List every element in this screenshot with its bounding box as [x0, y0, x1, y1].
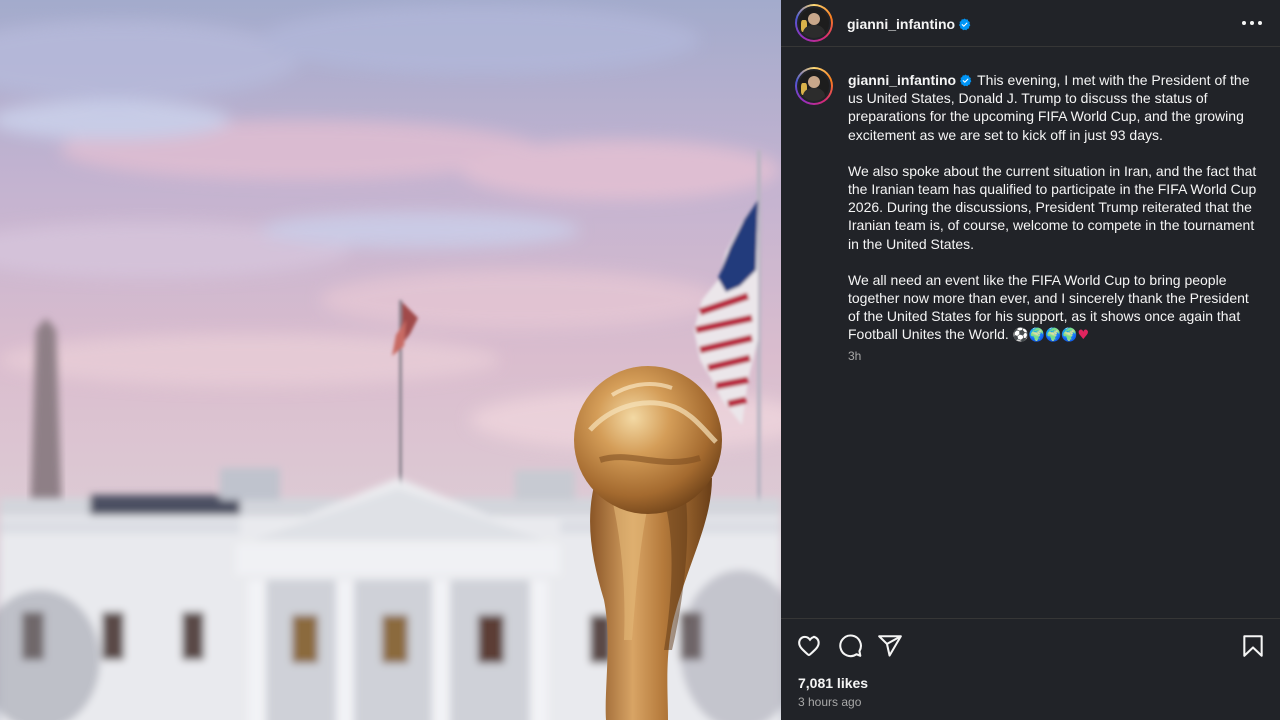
post-caption: gianni_infantino This evening, I met with… [848, 71, 1260, 346]
caption-paragraph-3: We all need an event like the FIFA World… [848, 271, 1260, 346]
caption-avatar[interactable] [795, 67, 833, 105]
globe-emoji: 🌍 [1045, 328, 1062, 344]
avatar[interactable] [795, 4, 833, 42]
more-options-icon[interactable] [1242, 13, 1262, 33]
share-icon[interactable] [877, 633, 903, 659]
post-image[interactable] [0, 0, 781, 720]
post-timestamp[interactable]: 3 hours ago [798, 695, 861, 709]
caption-paragraph-1: gianni_infantino This evening, I met with… [848, 71, 1260, 144]
heart-icon[interactable] [797, 633, 823, 659]
caption-paragraph-2: We also spoke about the current situatio… [848, 162, 1260, 253]
heart-emoji: ♥ [1077, 328, 1090, 344]
post-header: gianni_infantino [781, 0, 1280, 47]
caption-timestamp[interactable]: 3h [848, 349, 861, 363]
soccer-ball-emoji: ⚽ [1012, 328, 1029, 344]
header-username[interactable]: gianni_infantino [847, 16, 955, 32]
header-username-link[interactable]: gianni_infantino [847, 16, 971, 32]
globe-emoji: 🌍 [1061, 328, 1078, 344]
bookmark-icon[interactable] [1240, 633, 1266, 659]
likes-count[interactable]: 7,081 likes [798, 675, 868, 691]
post-actions-bar [781, 618, 1280, 672]
verified-badge-icon [959, 18, 971, 31]
caption-text-2: We also spoke about the current situatio… [848, 162, 1257, 252]
post-details-panel: gianni_infantino gianni_infantino This ev… [781, 0, 1280, 720]
globe-emoji: 🌍 [1028, 328, 1046, 344]
post-photo-illustration [0, 0, 781, 720]
verified-badge-icon [960, 74, 972, 87]
comment-icon[interactable] [837, 633, 863, 659]
instagram-post-view: gianni_infantino gianni_infantino This ev… [0, 0, 1280, 720]
caption-username[interactable]: gianni_infantino [848, 72, 956, 88]
